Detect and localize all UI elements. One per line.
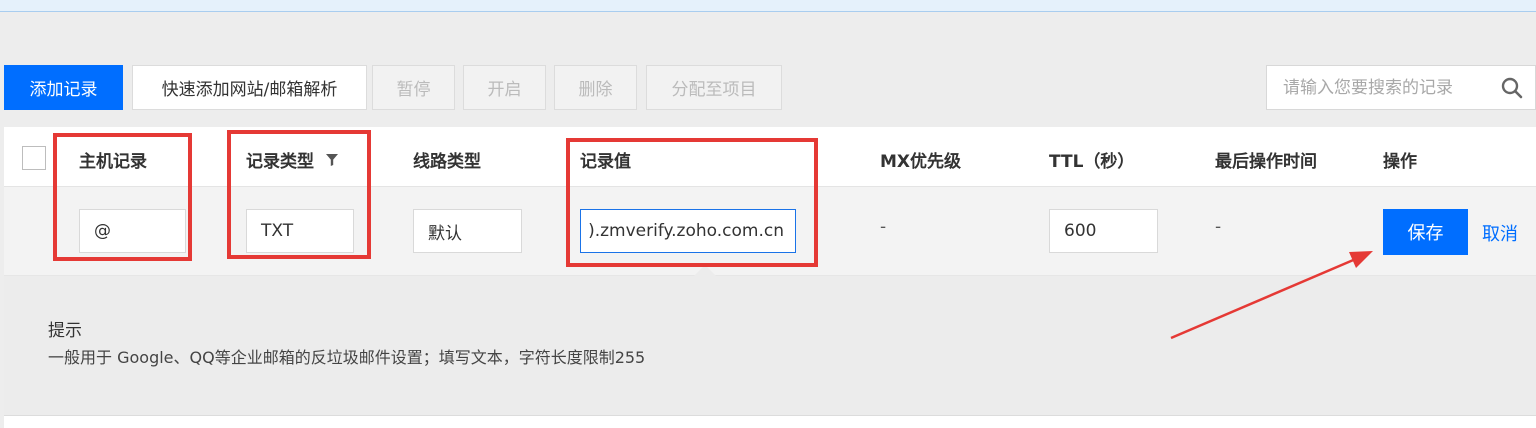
header-value: 记录值 [580, 152, 631, 172]
host-input[interactable]: @ [79, 209, 186, 253]
save-button[interactable]: 保存 [1383, 209, 1468, 255]
header-last-modified: 最后操作时间 [1215, 152, 1317, 172]
mx-value: - [880, 217, 887, 237]
delete-button[interactable]: 删除 [554, 65, 637, 110]
quick-add-button[interactable]: 快速添加网站/邮箱解析 [132, 65, 367, 110]
header-mx: MX优先级 [880, 152, 962, 172]
top-notice-bar [0, 0, 1536, 12]
assign-project-button[interactable]: 分配至项目 [646, 65, 782, 110]
table-header: 主机记录 记录类型 线路类型 记录值 MX优先级 TTL（秒） 最后操作时间 操… [4, 127, 1536, 187]
select-all-checkbox[interactable] [22, 146, 46, 170]
search-icon[interactable] [1501, 77, 1523, 99]
header-ttl: TTL（秒） [1049, 152, 1135, 172]
filter-icon[interactable] [326, 154, 338, 166]
header-line: 线路类型 [413, 152, 481, 172]
hint-text: 一般用于 Google、QQ等企业邮箱的反垃圾邮件设置；填写文本，字符长度限制2… [48, 348, 646, 367]
header-type-label: 记录类型 [246, 152, 314, 172]
hint-title: 提示 [48, 321, 82, 341]
hint-pointer [694, 265, 716, 276]
hint-panel: 提示 一般用于 Google、QQ等企业邮箱的反垃圾邮件设置；填写文本，字符长度… [4, 276, 1536, 416]
enable-button[interactable]: 开启 [463, 65, 546, 110]
search-box [1266, 65, 1536, 110]
header-host: 主机记录 [79, 152, 147, 172]
cancel-link[interactable]: 取消 [1482, 220, 1518, 246]
table-row: @ TXT 默认 ).zmverify.zoho.com.cn - 600 - … [4, 187, 1536, 276]
value-text: ).zmverify.zoho.com.cn [588, 221, 784, 241]
line-select[interactable]: 默认 [413, 209, 522, 253]
last-modified-value: - [1215, 217, 1222, 237]
header-type[interactable]: 记录类型 [246, 147, 338, 172]
search-input[interactable] [1283, 77, 1493, 98]
toolbar: 添加记录 快速添加网站/邮箱解析 暂停 开启 删除 分配至项目 [4, 65, 1536, 110]
type-select[interactable]: TXT [246, 209, 354, 253]
header-actions: 操作 [1383, 152, 1417, 172]
pause-button[interactable]: 暂停 [372, 65, 455, 110]
records-table: 主机记录 记录类型 线路类型 记录值 MX优先级 TTL（秒） 最后操作时间 操… [4, 127, 1536, 428]
add-record-button[interactable]: 添加记录 [4, 65, 123, 110]
value-input[interactable]: ).zmverify.zoho.com.cn [580, 209, 796, 253]
ttl-input[interactable]: 600 [1049, 209, 1158, 253]
